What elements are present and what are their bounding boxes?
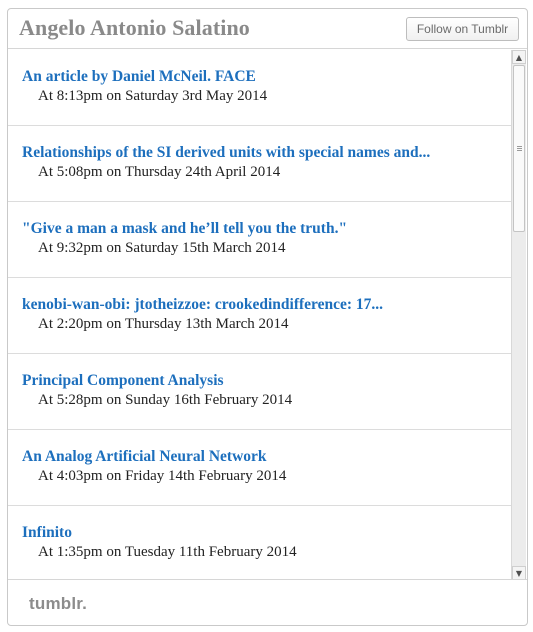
list-item: "Give a man a mask and he’ll tell you th… <box>8 202 512 278</box>
follow-on-tumblr-button[interactable]: Follow on Tumblr <box>406 17 519 41</box>
post-date: At 1:35pm on Tuesday 11th February 2014 <box>38 544 297 560</box>
post-title-link[interactable]: kenobi-wan-obi: jtotheizzoe: crookedindi… <box>22 295 512 315</box>
list-item: An Analog Artificial Neural Network At 4… <box>8 430 512 506</box>
scroll-down-arrow-icon[interactable]: ▼ <box>512 566 526 580</box>
scroll-up-arrow-icon[interactable]: ▲ <box>512 50 526 64</box>
list-item: Principal Component Analysis At 5:28pm o… <box>8 354 512 430</box>
list-item: Infinito At 1:35pm on Tuesday 11th Febru… <box>8 506 512 580</box>
vertical-scrollbar[interactable]: ▲ ▼ <box>511 50 526 580</box>
list-item: Relationships of the SI derived units wi… <box>8 126 512 202</box>
post-date: At 9:32pm on Saturday 15th March 2014 <box>38 240 286 256</box>
post-title-link[interactable]: Infinito <box>22 523 512 543</box>
post-title-link[interactable]: An article by Daniel McNeil. FACE <box>22 67 512 87</box>
tumblr-logo[interactable]: tumblr. <box>29 594 87 614</box>
post-date: At 5:28pm on Sunday 16th February 2014 <box>38 392 293 408</box>
post-title-link[interactable]: Principal Component Analysis <box>22 371 512 391</box>
widget-header: Angelo Antonio Salatino Follow on Tumblr <box>8 9 527 49</box>
list-item: An article by Daniel McNeil. FACE At 8:1… <box>8 50 512 126</box>
post-title-link[interactable]: An Analog Artificial Neural Network <box>22 447 512 467</box>
post-title-link[interactable]: Relationships of the SI derived units wi… <box>22 143 512 163</box>
post-date: At 2:20pm on Thursday 13th March 2014 <box>38 316 289 332</box>
post-date: At 8:13pm on Saturday 3rd May 2014 <box>38 88 268 104</box>
post-date: At 5:08pm on Thursday 24th April 2014 <box>38 164 281 180</box>
grip-icon <box>516 146 522 151</box>
list-item: kenobi-wan-obi: jtotheizzoe: crookedindi… <box>8 278 512 354</box>
post-list: An article by Daniel McNeil. FACE At 8:1… <box>8 50 512 580</box>
post-title-link[interactable]: "Give a man a mask and he’ll tell you th… <box>22 219 512 239</box>
scrollbar-thumb[interactable] <box>513 65 525 232</box>
tumblr-widget: Angelo Antonio Salatino Follow on Tumblr… <box>7 8 528 626</box>
widget-footer: tumblr. <box>8 579 527 625</box>
post-date: At 4:03pm on Friday 14th February 2014 <box>38 468 287 484</box>
blog-title: Angelo Antonio Salatino <box>19 15 250 40</box>
